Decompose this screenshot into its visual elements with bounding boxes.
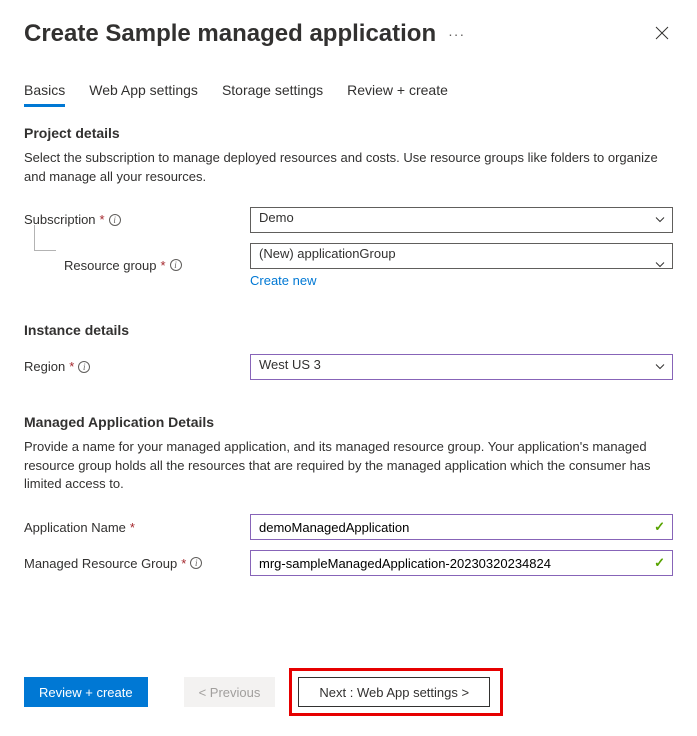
tabs-bar: Basics Web App settings Storage settings…	[24, 76, 673, 107]
info-icon[interactable]: i	[109, 214, 121, 226]
tab-basics[interactable]: Basics	[24, 76, 65, 107]
subscription-select[interactable]: Demo	[250, 207, 673, 233]
resource-group-select[interactable]: (New) applicationGroup	[250, 243, 673, 269]
tab-storage-settings[interactable]: Storage settings	[222, 76, 323, 107]
resource-group-label: Resource group	[64, 258, 157, 273]
highlight-annotation: Next : Web App settings >	[289, 668, 503, 716]
info-icon[interactable]: i	[78, 361, 90, 373]
required-icon: *	[130, 520, 135, 535]
info-icon[interactable]: i	[170, 259, 182, 271]
application-name-input[interactable]	[250, 514, 673, 540]
info-icon[interactable]: i	[190, 557, 202, 569]
managed-app-details-heading: Managed Application Details	[24, 414, 673, 430]
check-icon: ✓	[654, 555, 665, 571]
instance-details-heading: Instance details	[24, 322, 673, 338]
create-new-link[interactable]: Create new	[250, 273, 316, 288]
tree-connector	[34, 225, 56, 251]
required-icon: *	[100, 212, 105, 227]
next-button[interactable]: Next : Web App settings >	[298, 677, 490, 707]
close-button[interactable]	[651, 22, 673, 47]
required-icon: *	[181, 556, 186, 571]
close-icon	[655, 26, 669, 40]
check-icon: ✓	[654, 519, 665, 535]
tab-review-create[interactable]: Review + create	[347, 76, 448, 107]
managed-resource-group-label: Managed Resource Group	[24, 556, 177, 571]
region-select[interactable]: West US 3	[250, 354, 673, 380]
previous-button: < Previous	[184, 677, 276, 707]
tab-web-app-settings[interactable]: Web App settings	[89, 76, 198, 107]
application-name-label: Application Name	[24, 520, 126, 535]
required-icon: *	[69, 359, 74, 374]
required-icon: *	[161, 258, 166, 273]
review-create-button[interactable]: Review + create	[24, 677, 148, 707]
page-title: Create Sample managed application	[24, 20, 436, 48]
project-details-desc: Select the subscription to manage deploy…	[24, 149, 673, 187]
more-actions-icon[interactable]: ···	[448, 26, 465, 42]
managed-resource-group-input[interactable]	[250, 550, 673, 576]
project-details-heading: Project details	[24, 125, 673, 141]
managed-app-details-desc: Provide a name for your managed applicat…	[24, 438, 673, 495]
region-label: Region	[24, 359, 65, 374]
footer-actions: Review + create < Previous Next : Web Ap…	[24, 668, 673, 716]
